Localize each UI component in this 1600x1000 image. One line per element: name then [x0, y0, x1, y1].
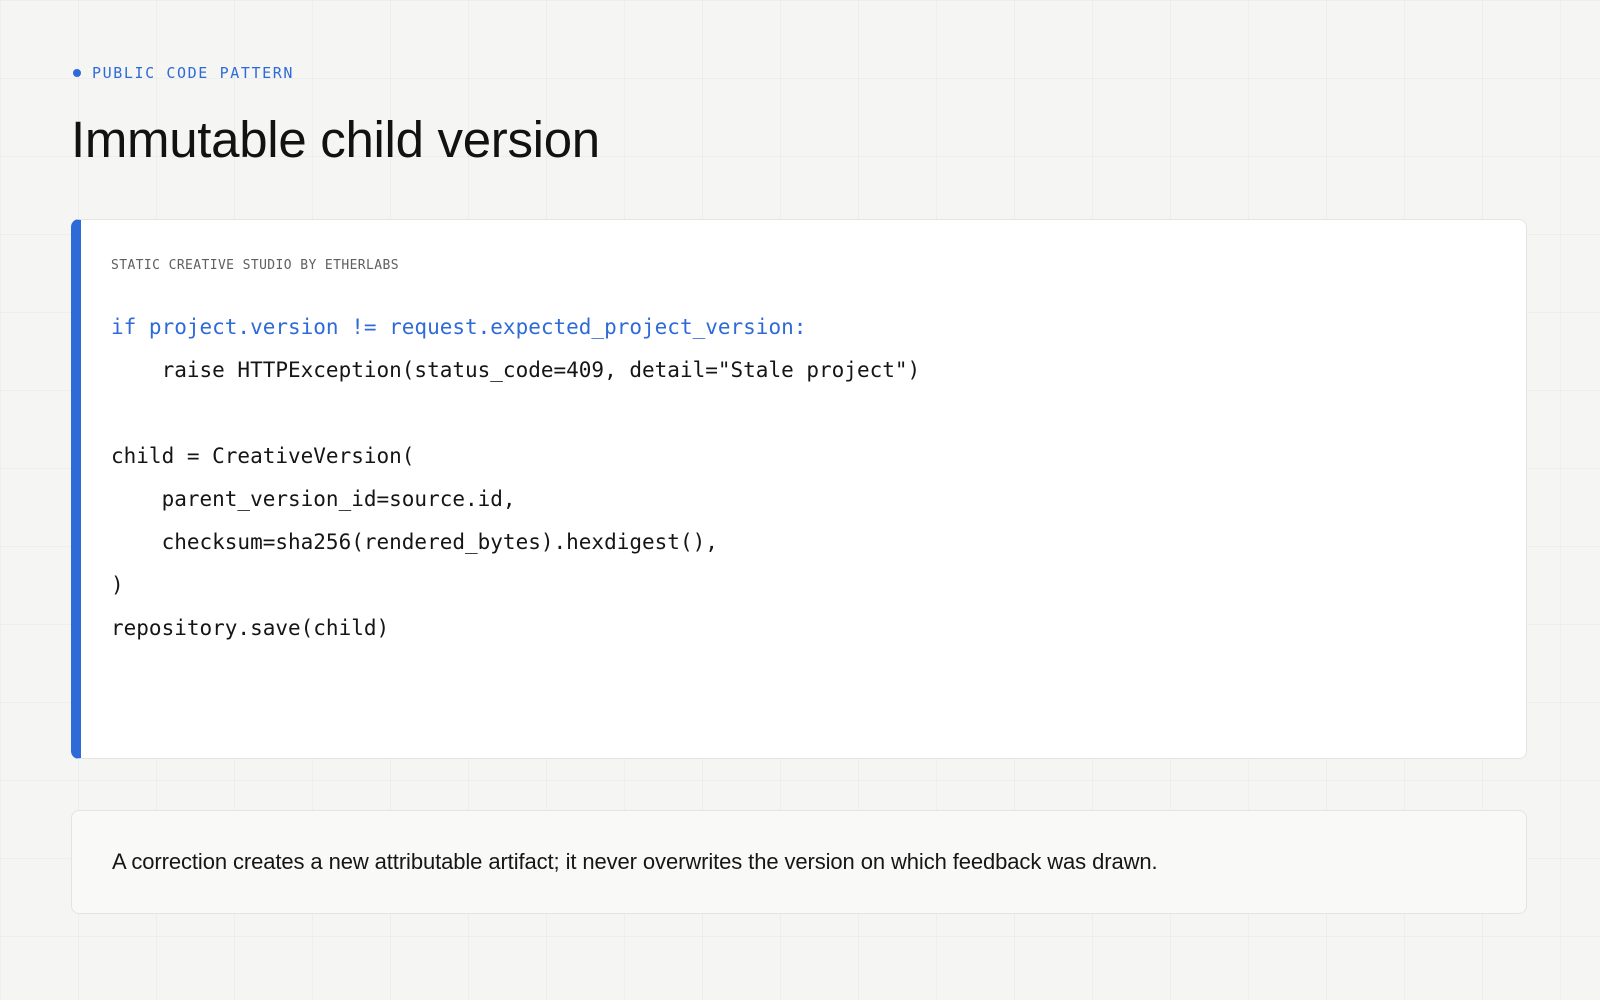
note-text: A correction creates a new attributable …: [112, 849, 1158, 874]
code-line: child = CreativeVersion(: [111, 444, 415, 468]
code-block: if project.version != request.expected_p…: [111, 306, 920, 650]
note-card: A correction creates a new attributable …: [71, 810, 1527, 914]
code-line: raise HTTPException(status_code=409, det…: [111, 358, 921, 382]
section-eyebrow: PUBLIC CODE PATTERN: [73, 64, 294, 82]
bullet-dot-icon: [73, 69, 81, 77]
code-line: if project.version != request.expected_p…: [111, 315, 807, 339]
code-line: parent_version_id=source.id,: [111, 487, 516, 511]
eyebrow-label: PUBLIC CODE PATTERN: [92, 64, 294, 82]
code-card-label: STATIC CREATIVE STUDIO BY ETHERLABS: [111, 258, 399, 273]
code-line: repository.save(child): [111, 616, 390, 640]
page-title: Immutable child version: [71, 111, 600, 168]
code-card: STATIC CREATIVE STUDIO BY ETHERLABS if p…: [71, 219, 1527, 759]
code-line: checksum=sha256(rendered_bytes).hexdiges…: [111, 530, 718, 554]
code-line: ): [111, 573, 124, 597]
